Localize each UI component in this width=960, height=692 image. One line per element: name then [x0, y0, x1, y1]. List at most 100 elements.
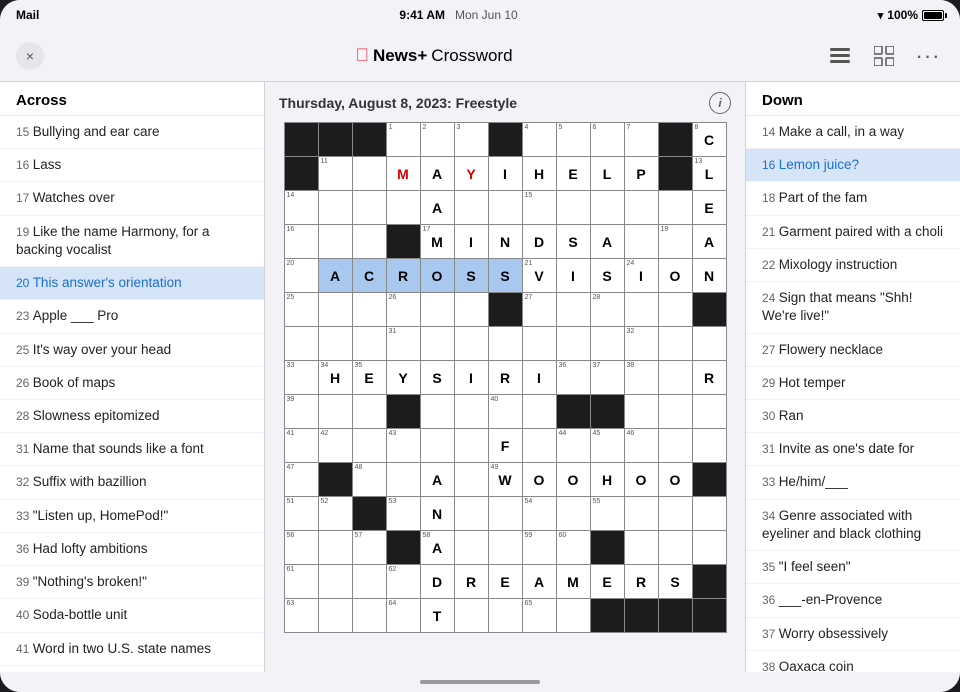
- grid-cell[interactable]: 7: [625, 123, 658, 156]
- grid-cell[interactable]: [387, 395, 420, 428]
- grid-cell[interactable]: S: [489, 259, 522, 292]
- grid-cell[interactable]: 51: [285, 497, 318, 530]
- grid-cell[interactable]: [591, 395, 624, 428]
- grid-cell[interactable]: I: [455, 361, 488, 394]
- grid-cell[interactable]: 47: [285, 463, 318, 496]
- grid-cell[interactable]: 61: [285, 565, 318, 598]
- grid-cell[interactable]: 63: [285, 599, 318, 632]
- grid-cell[interactable]: [353, 429, 386, 462]
- grid-cell[interactable]: [591, 191, 624, 224]
- grid-cell[interactable]: 14: [285, 191, 318, 224]
- grid-cell[interactable]: [659, 293, 692, 326]
- grid-cell[interactable]: [591, 599, 624, 632]
- grid-cell[interactable]: [693, 463, 726, 496]
- grid-cell[interactable]: [693, 327, 726, 360]
- down-clue-38[interactable]: 38 Oaxaca coin: [746, 651, 960, 672]
- across-clue-41[interactable]: 41 Word in two U.S. state names: [0, 633, 264, 666]
- grid-cell[interactable]: [659, 531, 692, 564]
- grid-cell[interactable]: [557, 293, 590, 326]
- grid-cell[interactable]: [659, 429, 692, 462]
- grid-cell[interactable]: [421, 429, 454, 462]
- grid-cell[interactable]: [625, 531, 658, 564]
- grid-cell[interactable]: [591, 327, 624, 360]
- grid-cell[interactable]: 56: [285, 531, 318, 564]
- grid-cell[interactable]: 36: [557, 361, 590, 394]
- across-clue-23[interactable]: 23 Apple ___ Pro: [0, 300, 264, 333]
- grid-cell[interactable]: [455, 327, 488, 360]
- grid-cell[interactable]: 64: [387, 599, 420, 632]
- grid-cell[interactable]: [319, 565, 352, 598]
- grid-cell[interactable]: [285, 123, 318, 156]
- grid-cell[interactable]: R: [387, 259, 420, 292]
- grid-cell[interactable]: 1: [387, 123, 420, 156]
- grid-cell[interactable]: E: [693, 191, 726, 224]
- grid-cell[interactable]: [489, 497, 522, 530]
- grid-cell[interactable]: 34H: [319, 361, 352, 394]
- grid-cell[interactable]: [455, 463, 488, 496]
- grid-cell[interactable]: M: [387, 157, 420, 190]
- across-clue-31[interactable]: 31 Name that sounds like a font: [0, 433, 264, 466]
- across-clue-20[interactable]: 20 This answer's orientation: [0, 267, 264, 300]
- grid-cell[interactable]: 37: [591, 361, 624, 394]
- grid-cell[interactable]: [693, 395, 726, 428]
- grid-cell[interactable]: [693, 531, 726, 564]
- grid-cell[interactable]: S: [421, 361, 454, 394]
- grid-cell[interactable]: O: [523, 463, 556, 496]
- grid-cell[interactable]: [557, 191, 590, 224]
- grid-cell[interactable]: [455, 599, 488, 632]
- list-view-button[interactable]: [824, 40, 856, 72]
- grid-cell[interactable]: O: [557, 463, 590, 496]
- grid-cell[interactable]: P: [625, 157, 658, 190]
- grid-cell[interactable]: 5: [557, 123, 590, 156]
- grid-cell[interactable]: [387, 531, 420, 564]
- grid-cell[interactable]: [319, 327, 352, 360]
- grid-cell[interactable]: [319, 191, 352, 224]
- grid-cell[interactable]: A: [421, 157, 454, 190]
- grid-cell[interactable]: 25: [285, 293, 318, 326]
- grid-cell[interactable]: 27: [523, 293, 556, 326]
- down-clue-18[interactable]: 18 Part of the fam: [746, 182, 960, 215]
- grid-cell[interactable]: 65: [523, 599, 556, 632]
- grid-cell[interactable]: N: [489, 225, 522, 258]
- grid-cell[interactable]: 26: [387, 293, 420, 326]
- grid-cell[interactable]: [659, 123, 692, 156]
- grid-cell[interactable]: [625, 225, 658, 258]
- grid-cell[interactable]: Y: [387, 361, 420, 394]
- grid-cell[interactable]: [319, 123, 352, 156]
- grid-cell[interactable]: 54: [523, 497, 556, 530]
- across-clue-26[interactable]: 26 Book of maps: [0, 367, 264, 400]
- grid-cell[interactable]: [523, 395, 556, 428]
- down-clue-27[interactable]: 27 Flowery necklace: [746, 334, 960, 367]
- grid-cell[interactable]: A: [591, 225, 624, 258]
- grid-cell[interactable]: 21V: [523, 259, 556, 292]
- down-clue-33[interactable]: 33 He/him/___: [746, 466, 960, 499]
- grid-cell[interactable]: 59: [523, 531, 556, 564]
- grid-cell[interactable]: E: [591, 565, 624, 598]
- grid-cell[interactable]: [319, 599, 352, 632]
- close-button[interactable]: ×: [16, 42, 44, 70]
- across-clue-33[interactable]: 33 "Listen up, HomePod!": [0, 500, 264, 533]
- grid-cell[interactable]: [557, 327, 590, 360]
- grid-cell[interactable]: 3: [455, 123, 488, 156]
- across-clue-16[interactable]: 16 Lass: [0, 149, 264, 182]
- grid-cell[interactable]: 11: [319, 157, 352, 190]
- grid-cell[interactable]: [625, 293, 658, 326]
- grid-cell[interactable]: S: [591, 259, 624, 292]
- grid-cell[interactable]: I: [557, 259, 590, 292]
- grid-cell[interactable]: [455, 429, 488, 462]
- grid-cell[interactable]: F: [489, 429, 522, 462]
- across-clue-28[interactable]: 28 Slowness epitomized: [0, 400, 264, 433]
- grid-cell[interactable]: I: [455, 225, 488, 258]
- grid-cell[interactable]: [557, 395, 590, 428]
- grid-cell[interactable]: [353, 191, 386, 224]
- grid-cell[interactable]: 48: [353, 463, 386, 496]
- grid-cell[interactable]: [489, 191, 522, 224]
- grid-cell[interactable]: D: [421, 565, 454, 598]
- grid-cell[interactable]: [659, 497, 692, 530]
- grid-cell[interactable]: [625, 395, 658, 428]
- grid-cell[interactable]: [489, 123, 522, 156]
- grid-cell[interactable]: A: [421, 191, 454, 224]
- grid-cell[interactable]: [285, 157, 318, 190]
- grid-cell[interactable]: [455, 395, 488, 428]
- grid-cell[interactable]: [693, 599, 726, 632]
